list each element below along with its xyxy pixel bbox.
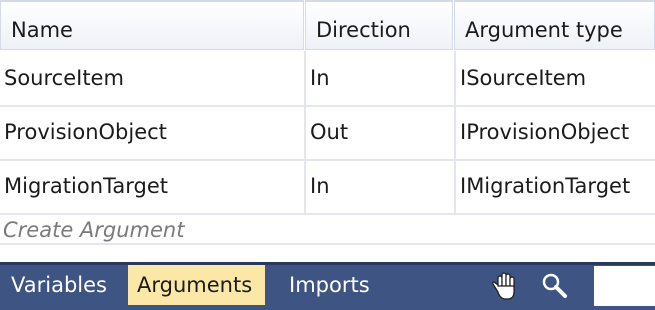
tab-arguments[interactable]: Arguments	[128, 265, 265, 305]
argument-direction-cell[interactable]: In	[304, 51, 454, 105]
argument-name-cell[interactable]: MigrationTarget	[0, 159, 304, 213]
argument-name-cell[interactable]: ProvisionObject	[0, 105, 304, 159]
table-row[interactable]: ProvisionObject Out IProvisionObject	[0, 105, 655, 161]
tab-imports[interactable]: Imports	[280, 265, 379, 305]
argument-type-cell[interactable]: IProvisionObject	[454, 105, 655, 159]
tab-variables[interactable]: Variables	[2, 265, 116, 305]
zoom-input[interactable]	[594, 266, 655, 306]
argument-direction-cell[interactable]: Out	[304, 105, 454, 159]
argument-type-cell[interactable]: IMigrationTarget	[454, 159, 655, 213]
table-row[interactable]: MigrationTarget In IMigrationTarget	[0, 159, 655, 215]
argument-type-cell[interactable]: ISourceItem	[454, 51, 655, 105]
argument-direction-cell[interactable]: In	[304, 159, 454, 213]
pan-hand-icon[interactable]	[489, 270, 521, 302]
argument-name-cell[interactable]: SourceItem	[0, 51, 304, 105]
column-header-direction[interactable]: Direction	[305, 0, 453, 50]
create-argument-row[interactable]: Create Argument	[0, 213, 655, 245]
search-icon[interactable]	[538, 270, 570, 302]
designer-bottom-bar: Variables Arguments Imports	[0, 262, 655, 310]
column-header-name[interactable]: Name	[0, 0, 304, 50]
column-header-argument-type[interactable]: Argument type	[454, 0, 655, 50]
table-row[interactable]: SourceItem In ISourceItem	[0, 51, 655, 107]
